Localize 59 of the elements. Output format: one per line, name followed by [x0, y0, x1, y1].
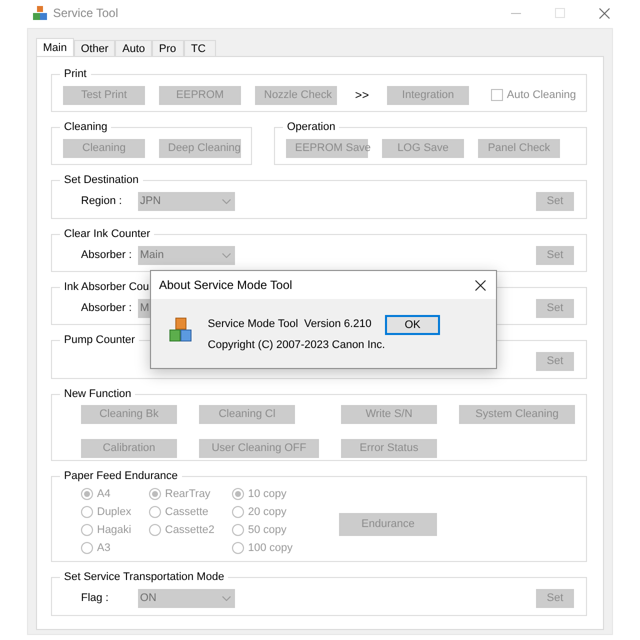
group-title: Set Destination: [63, 174, 140, 187]
radio-label: Hagaki: [97, 522, 132, 538]
chevron-down-icon: [222, 199, 231, 204]
radio-button[interactable]: [149, 488, 161, 500]
ok-button[interactable]: OK: [385, 315, 440, 335]
group-title: Pump Counter: [63, 334, 136, 347]
radio-button[interactable]: [81, 542, 93, 554]
minimize-icon[interactable]: [511, 12, 521, 14]
checkbox-label: Auto Cleaning: [506, 88, 576, 103]
radio-label: Duplex: [97, 504, 132, 520]
radio-button[interactable]: [81, 488, 93, 500]
dropdown[interactable]: Main: [138, 246, 235, 264]
tab[interactable]: Main: [36, 38, 74, 56]
group-title: Ink Absorber Cou: [63, 281, 150, 294]
dropdown[interactable]: ON: [138, 589, 235, 608]
field-label: Absorber :: [81, 248, 133, 263]
radio-label: 20 copy: [248, 504, 287, 520]
radio-button[interactable]: [232, 488, 244, 500]
radio-label: A4: [97, 486, 110, 502]
field-label: Region :: [81, 194, 123, 210]
app-icon: [33, 6, 47, 20]
radio-label: RearTray: [165, 486, 210, 502]
radio-label: 10 copy: [248, 486, 287, 502]
group-title: Paper Feed Endurance: [63, 470, 179, 483]
radio-button[interactable]: [81, 506, 93, 518]
dialog-title: About Service Mode Tool: [159, 277, 292, 294]
tab[interactable]: Pro: [152, 40, 184, 56]
close-icon[interactable]: [475, 280, 486, 290]
group-title: New Function: [63, 388, 132, 401]
radio-button[interactable]: [81, 524, 93, 536]
chevron-down-icon: [222, 596, 231, 601]
radio-label: Cassette2: [165, 522, 215, 538]
group-title: Operation: [286, 121, 336, 134]
about-text: Service Mode Tool Version 6.210: [208, 317, 372, 332]
dropdown[interactable]: JPN: [138, 192, 235, 211]
field-label: Flag :: [81, 591, 110, 606]
group-title: Cleaning: [63, 121, 108, 134]
radio-label: 100 copy: [248, 540, 293, 556]
checkbox[interactable]: [490, 89, 503, 101]
tab[interactable]: TC: [184, 40, 216, 56]
group-title: Clear Ink Counter: [63, 228, 152, 241]
field-label: Absorber :: [81, 300, 133, 316]
radio-button[interactable]: [232, 524, 244, 536]
window-title: Service Tool: [53, 5, 118, 22]
tab[interactable]: Other: [74, 40, 116, 56]
radio-label: A3: [97, 540, 110, 556]
maximize-icon[interactable]: [555, 8, 565, 18]
radio-button[interactable]: [149, 506, 161, 518]
radio-label: 50 copy: [248, 522, 287, 538]
group-title: Print: [63, 68, 88, 81]
radio-button[interactable]: [149, 524, 161, 536]
radio-button[interactable]: [232, 506, 244, 518]
group-title: Set Service Transportation Mode: [63, 571, 226, 584]
arrows-label: >>: [354, 87, 370, 104]
radio-button[interactable]: [232, 542, 244, 554]
chevron-down-icon: [222, 252, 231, 258]
about-text: Copyright (C) 2007-2023 Canon Inc.: [208, 338, 386, 352]
tab[interactable]: Auto: [115, 40, 152, 56]
radio-label: Cassette: [165, 504, 208, 520]
